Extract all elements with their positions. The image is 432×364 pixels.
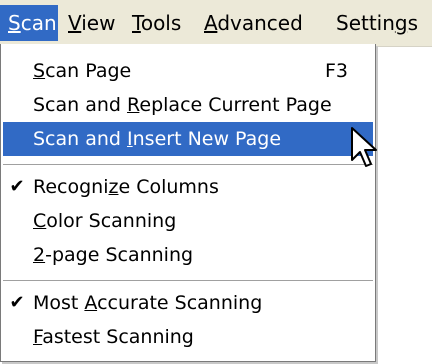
menu-scan-label-rest: can — [20, 11, 57, 35]
menu-scan-mnemonic: S — [8, 11, 21, 35]
menu-view[interactable]: View — [60, 5, 122, 41]
menu-item-fastest-label: Fastest Scanning — [33, 326, 194, 348]
menu-item-fastest[interactable]: Fastest Scanning — [3, 320, 373, 354]
menu-item-two-page-scanning-label: 2-page Scanning — [33, 244, 194, 266]
menu-item-scan-page-shortcut: F3 — [325, 60, 349, 82]
menu-item-recognize-columns-label: Recognize Columns — [33, 176, 219, 198]
menu-item-color-scanning[interactable]: Color Scanning — [3, 204, 373, 238]
menu-settings[interactable]: Settings — [330, 5, 432, 41]
menu-item-scan-replace[interactable]: Scan and Replace Current Page — [3, 88, 373, 122]
check-icon: ✔ — [9, 292, 25, 313]
menu-item-scan-page-label: Scan Page — [33, 60, 132, 82]
screen: Scan View Tools Advanced Settings Scan P… — [0, 0, 432, 364]
menu-separator — [3, 280, 373, 282]
scan-dropdown-menu: Scan Page F3 Scan and Replace Current Pa… — [0, 44, 376, 362]
menu-tools-label-rest: ools — [140, 11, 182, 35]
menu-view-mnemonic: V — [68, 11, 82, 35]
menu-advanced[interactable]: Advanced — [196, 5, 306, 41]
menu-tools-mnemonic: T — [132, 11, 141, 35]
menu-settings-label-rest: s — [407, 11, 419, 35]
menu-item-most-accurate[interactable]: ✔ Most Accurate Scanning — [3, 286, 373, 320]
menu-item-two-page-scanning[interactable]: 2-page Scanning — [3, 238, 373, 272]
menu-advanced-label-rest: dvanced — [217, 11, 303, 35]
menu-item-scan-insert[interactable]: Scan and Insert New Page — [3, 122, 373, 156]
menu-item-scan-replace-label: Scan and Replace Current Page — [33, 94, 332, 116]
menu-advanced-mnemonic: A — [204, 11, 218, 35]
check-icon: ✔ — [9, 176, 25, 197]
menu-tools[interactable]: Tools — [124, 5, 194, 41]
menu-view-label-rest: iew — [81, 11, 116, 35]
arrow-pointer-icon — [351, 127, 377, 167]
menu-bar: Scan View Tools Advanced Settings — [0, 0, 432, 47]
menu-settings-label-pre: Settin — [336, 11, 395, 35]
menu-item-most-accurate-label: Most Accurate Scanning — [33, 292, 263, 314]
menu-item-recognize-columns[interactable]: ✔ Recognize Columns — [3, 170, 373, 204]
menu-settings-mnemonic: g — [394, 11, 408, 35]
menu-item-scan-page[interactable]: Scan Page F3 — [3, 54, 373, 88]
menu-separator — [3, 164, 373, 166]
menu-scan[interactable]: Scan — [0, 5, 58, 41]
menu-item-scan-insert-label: Scan and Insert New Page — [33, 128, 282, 150]
menu-item-color-scanning-label: Color Scanning — [33, 210, 177, 232]
